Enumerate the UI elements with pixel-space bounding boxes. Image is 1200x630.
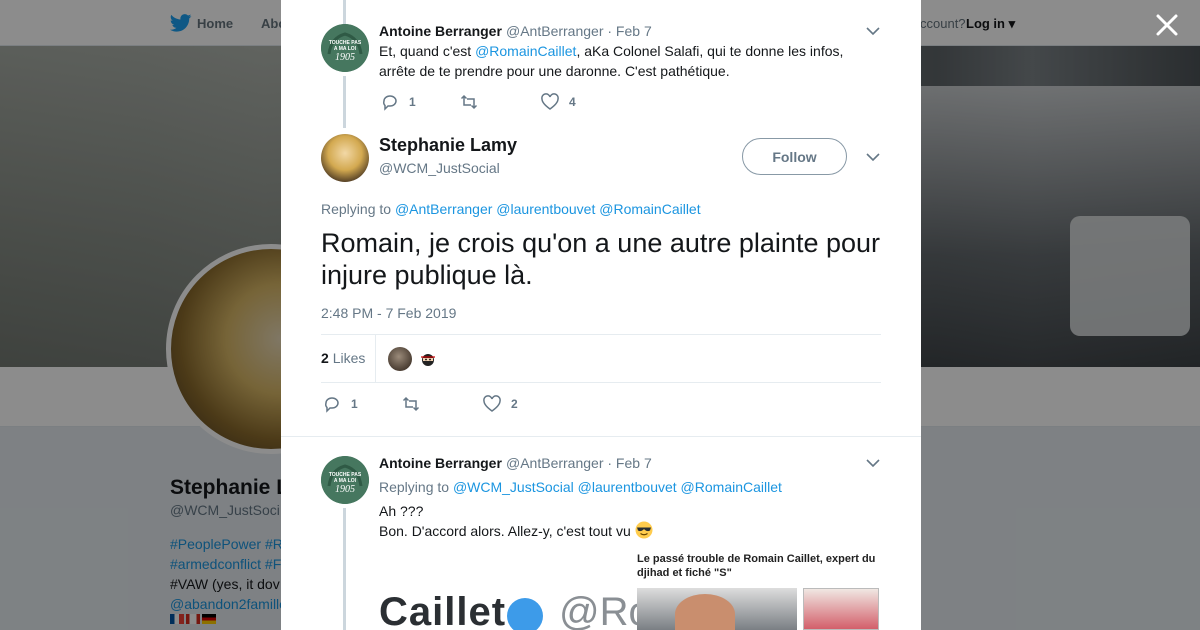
divider	[321, 382, 881, 383]
like-icon	[541, 93, 559, 110]
svg-text:1905: 1905	[335, 52, 355, 63]
avatar[interactable]	[321, 134, 369, 182]
reply-icon	[325, 397, 339, 413]
touche-pas-a-ma-loi-logo: TOUCHE PAS A MA LOI 1905	[321, 456, 369, 504]
likes-stat[interactable]: 2 Likes	[321, 350, 365, 366]
reply-count: 1	[351, 397, 358, 411]
liker-avatar[interactable]	[416, 347, 440, 371]
touche-pas-a-ma-loi-logo: TOUCHE PAS A MA LOI 1905	[321, 24, 369, 72]
tweet-author-handle[interactable]: @WCM_JustSocial	[379, 160, 500, 176]
thread-line	[343, 508, 346, 630]
follow-button[interactable]: Follow	[742, 138, 847, 175]
media-face	[675, 594, 735, 630]
tweet-text-part: Et, quand c'est	[379, 43, 476, 59]
tweet-timestamp[interactable]: 2:48 PM - 7 Feb 2019	[321, 305, 456, 321]
retweet-button[interactable]	[460, 93, 488, 111]
tweet-text-part: Bon. D'accord alors. Allez-y, c'est tout…	[379, 523, 631, 539]
divider	[321, 334, 881, 335]
divider	[375, 335, 376, 383]
ninja-avatar-icon	[421, 354, 435, 366]
replying-to: Replying to @WCM_JustSocial @laurentbouv…	[379, 479, 782, 495]
chevron-down-icon[interactable]	[866, 26, 880, 36]
tweet-author-handle[interactable]: @AntBerranger	[506, 455, 603, 471]
retweet-button[interactable]	[402, 395, 430, 413]
like-icon	[483, 395, 501, 412]
tweet-date[interactable]: · Feb 7	[607, 455, 651, 471]
avatar[interactable]: TOUCHE PAS A MA LOI 1905	[321, 456, 369, 504]
tweet-text-line: Ah ???	[379, 503, 424, 519]
tweet-author-name[interactable]: Antoine Berranger	[379, 455, 502, 471]
reply-count: 1	[409, 95, 416, 109]
like-count: 2	[511, 397, 518, 411]
tweet-text-line: Bon. D'accord alors. Allez-y, c'est tout…	[379, 521, 869, 541]
tweet-author-name[interactable]: Stephanie Lamy	[379, 135, 517, 156]
divider	[281, 436, 921, 437]
reply-icon	[383, 95, 397, 111]
like-button[interactable]: 4	[541, 93, 576, 111]
tweet-author-handle[interactable]: @AntBerranger	[506, 23, 603, 39]
tweet-text: Romain, je crois qu'on a une autre plain…	[321, 228, 880, 290]
chevron-down-icon[interactable]	[866, 152, 880, 162]
mention-link[interactable]: @RomainCaillet	[475, 43, 576, 59]
close-icon[interactable]	[1154, 12, 1180, 38]
replying-to-mentions[interactable]: @WCM_JustSocial @laurentbouvet @RomainCa…	[453, 479, 782, 495]
tweet-meta: @AntBerranger · Feb 7	[506, 455, 652, 471]
liker-avatar[interactable]	[388, 347, 412, 371]
tweet-date[interactable]: · Feb 7	[607, 23, 651, 39]
tweet-modal: TOUCHE PAS A MA LOI 1905 Antoine Berrang…	[281, 0, 921, 630]
avatar[interactable]: TOUCHE PAS A MA LOI 1905	[321, 24, 369, 72]
media-image-text: Caillet	[379, 590, 507, 630]
thread-line	[343, 0, 346, 24]
retweet-icon	[460, 94, 478, 110]
retweet-icon	[402, 396, 420, 412]
thread-line	[343, 76, 346, 128]
media-magazine-cover	[803, 588, 879, 630]
media-headline: Le passé trouble de Romain Caillet, expe…	[637, 553, 876, 579]
replying-to-label: Replying to	[321, 201, 392, 217]
replying-to-label: Replying to	[379, 479, 450, 495]
verified-badge-icon	[507, 598, 543, 630]
tweet-media[interactable]: Caillet @Ro Le passé trouble de Romain C…	[379, 548, 881, 630]
likes-label: Likes	[332, 350, 366, 366]
tweet-author-name[interactable]: Antoine Berranger	[379, 23, 502, 39]
like-count: 4	[569, 95, 576, 109]
like-button[interactable]: 2	[483, 395, 518, 413]
replying-to-mentions[interactable]: @AntBerranger @laurentbouvet @RomainCail…	[395, 201, 701, 217]
replying-to: Replying to @AntBerranger @laurentbouvet…	[321, 201, 701, 217]
likes-count: 2	[321, 350, 329, 366]
tweet-meta: @AntBerranger · Feb 7	[506, 23, 652, 39]
tweet-text: Et, quand c'est @RomainCaillet, aKa Colo…	[379, 41, 869, 81]
reply-button[interactable]: 1	[381, 93, 416, 111]
chevron-down-icon[interactable]	[866, 458, 880, 468]
tweet-text: Ah ??? Bon. D'accord alors. Allez-y, c'e…	[379, 501, 869, 541]
reply-button[interactable]: 1	[323, 395, 358, 413]
sunglasses-emoji-icon	[635, 521, 653, 539]
svg-text:1905: 1905	[335, 484, 355, 495]
